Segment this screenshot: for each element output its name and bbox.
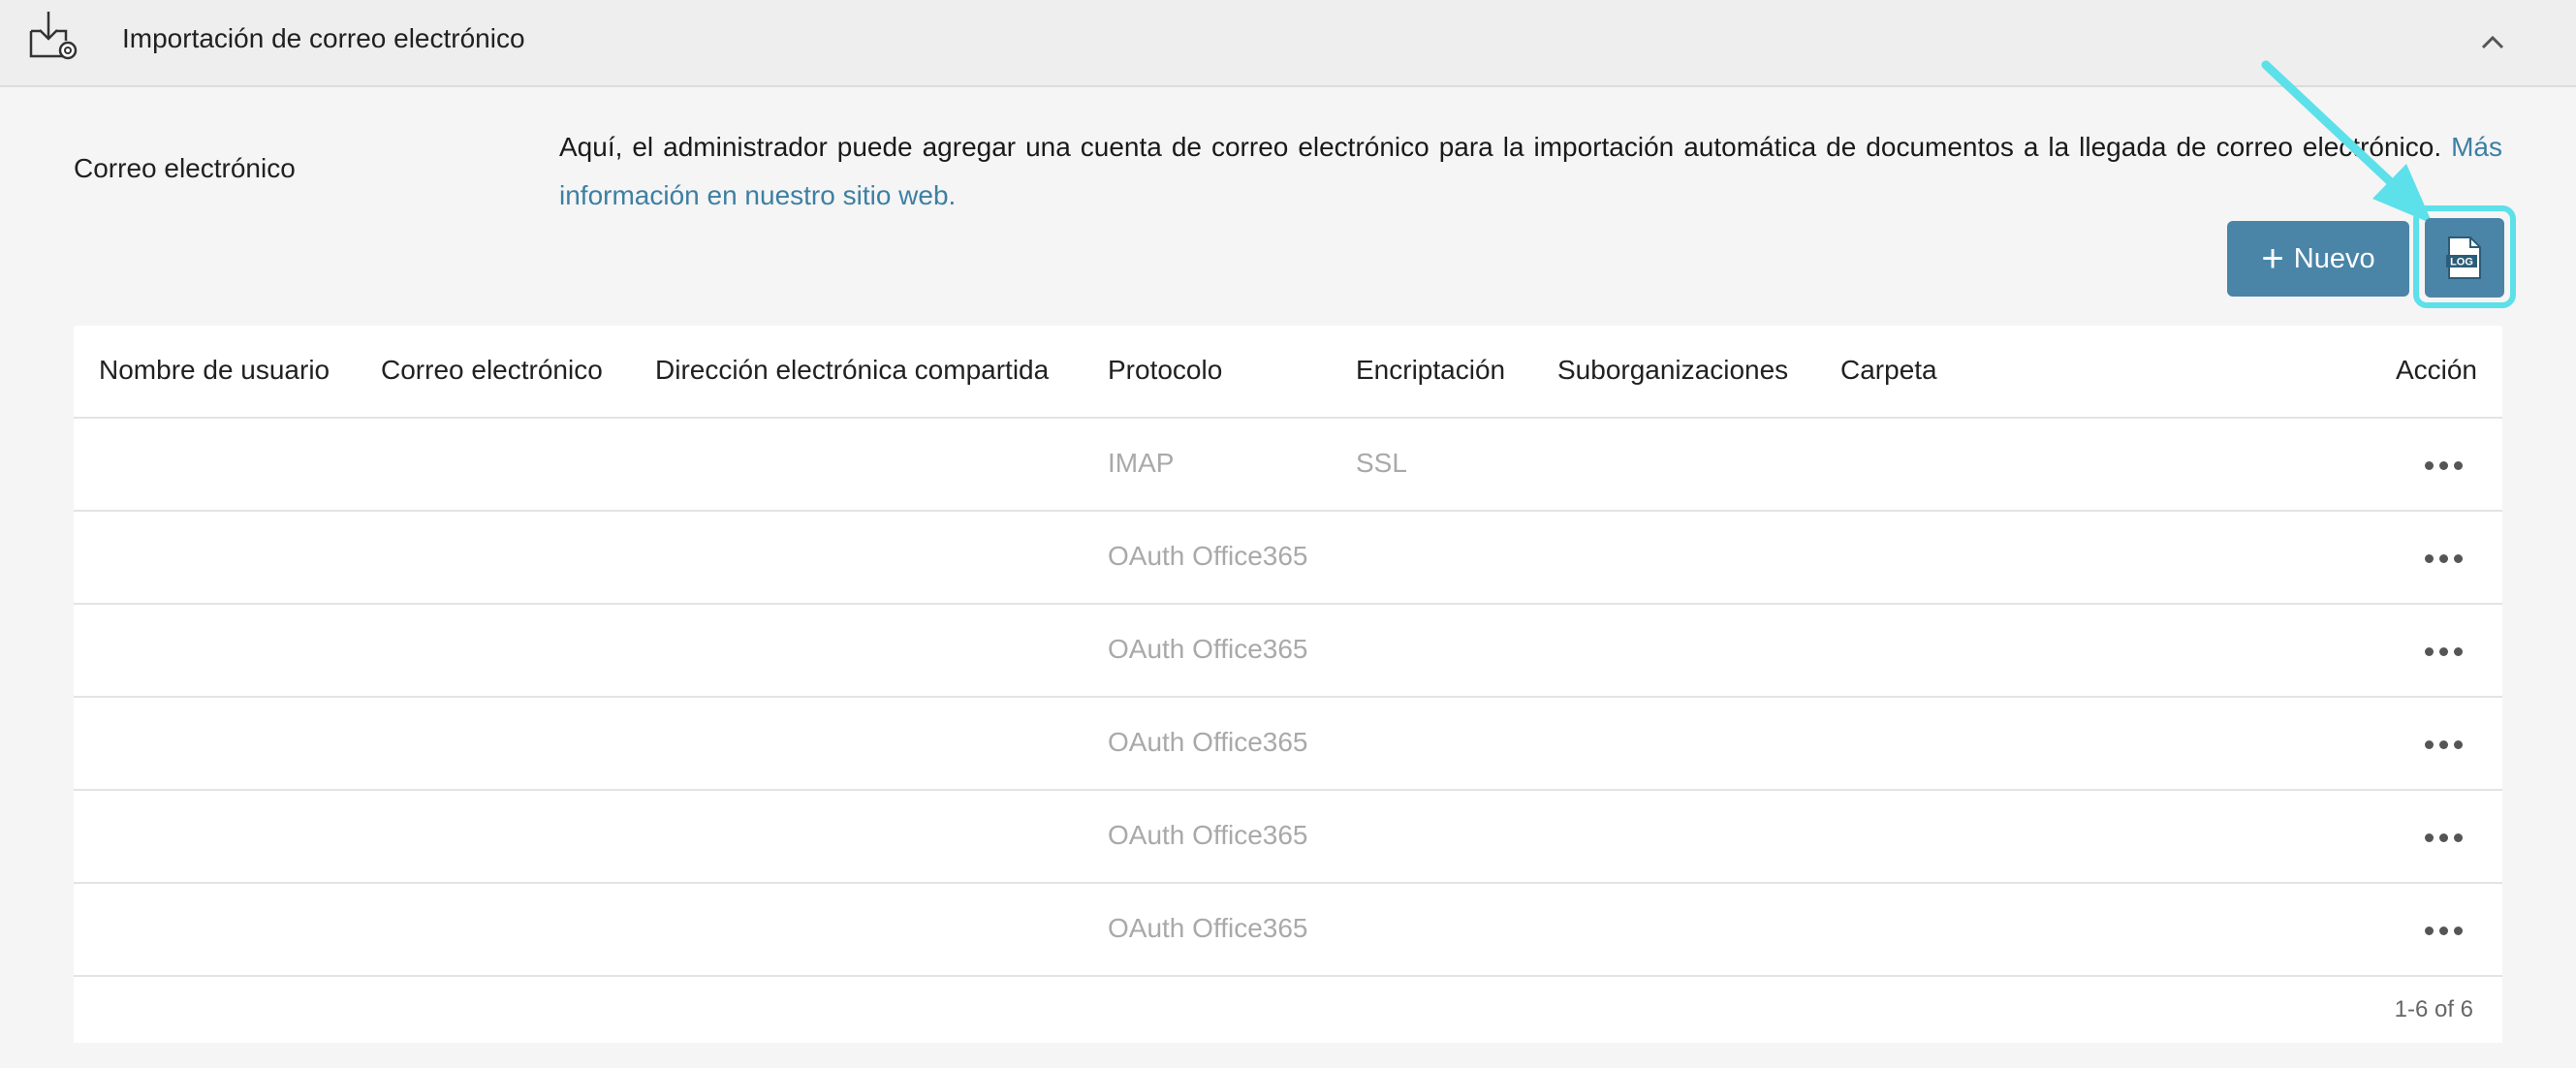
table-row[interactable]: OAuth Office365 — [74, 791, 2502, 884]
chevron-up-icon[interactable] — [2475, 25, 2510, 60]
more-actions-icon[interactable] — [2425, 919, 2464, 942]
protocol-cell: OAuth Office365 — [1108, 913, 1308, 943]
encryption-cell: SSL — [1356, 448, 1407, 478]
column-header-shared-address[interactable]: Dirección electrónica compartida — [655, 355, 1049, 386]
column-header-email[interactable]: Correo electrónico — [381, 355, 603, 386]
section-title: Importación de correo electrónico — [122, 23, 525, 53]
more-actions-icon[interactable] — [2425, 733, 2464, 756]
annotation-arrow-icon — [2261, 60, 2433, 224]
more-actions-icon[interactable] — [2425, 640, 2464, 663]
more-actions-icon[interactable] — [2425, 454, 2464, 477]
table-row[interactable]: OAuth Office365 — [74, 698, 2502, 791]
log-button[interactable]: LOG — [2425, 218, 2504, 298]
email-import-description: Aquí, el administrador puede agregar una… — [559, 123, 2502, 220]
log-file-icon: LOG — [2446, 236, 2481, 279]
column-header-action: Acción — [2395, 355, 2477, 385]
column-header-encryption[interactable]: Encriptación — [1356, 355, 1505, 386]
protocol-cell: OAuth Office365 — [1108, 820, 1308, 850]
column-header-suborganizations[interactable]: Suborganizaciones — [1557, 355, 1788, 386]
table-row[interactable]: OAuth Office365 — [74, 512, 2502, 605]
plus-icon: + — [2261, 237, 2284, 280]
more-actions-icon[interactable] — [2425, 826, 2464, 849]
protocol-cell: OAuth Office365 — [1108, 634, 1308, 664]
column-header-username[interactable]: Nombre de usuario — [99, 355, 330, 386]
column-header-folder[interactable]: Carpeta — [1840, 355, 1937, 386]
protocol-cell: IMAP — [1108, 448, 1175, 478]
protocol-cell: OAuth Office365 — [1108, 727, 1308, 757]
more-actions-icon[interactable] — [2425, 547, 2464, 570]
section-header[interactable]: Importación de correo electrónico — [0, 0, 2576, 87]
pagination-info: 1-6 of 6 — [2394, 996, 2473, 1022]
email-section-label: Correo electrónico — [74, 153, 296, 183]
email-accounts-table: Nombre de usuario Correo electrónico Dir… — [74, 326, 2502, 1043]
table-row[interactable]: OAuth Office365 — [74, 884, 2502, 977]
protocol-cell: OAuth Office365 — [1108, 541, 1308, 571]
new-button[interactable]: + Nuevo — [2227, 221, 2409, 297]
description-text: Aquí, el administrador puede agregar una… — [559, 132, 2442, 162]
column-header-protocol[interactable]: Protocolo — [1108, 355, 1222, 386]
svg-text:LOG: LOG — [2450, 257, 2473, 268]
new-button-label: Nuevo — [2293, 242, 2375, 274]
table-header: Nombre de usuario Correo electrónico Dir… — [74, 326, 2502, 419]
mail-import-icon — [29, 12, 78, 60]
table-row[interactable]: OAuth Office365 — [74, 605, 2502, 698]
table-row[interactable]: IMAP SSL — [74, 419, 2502, 512]
